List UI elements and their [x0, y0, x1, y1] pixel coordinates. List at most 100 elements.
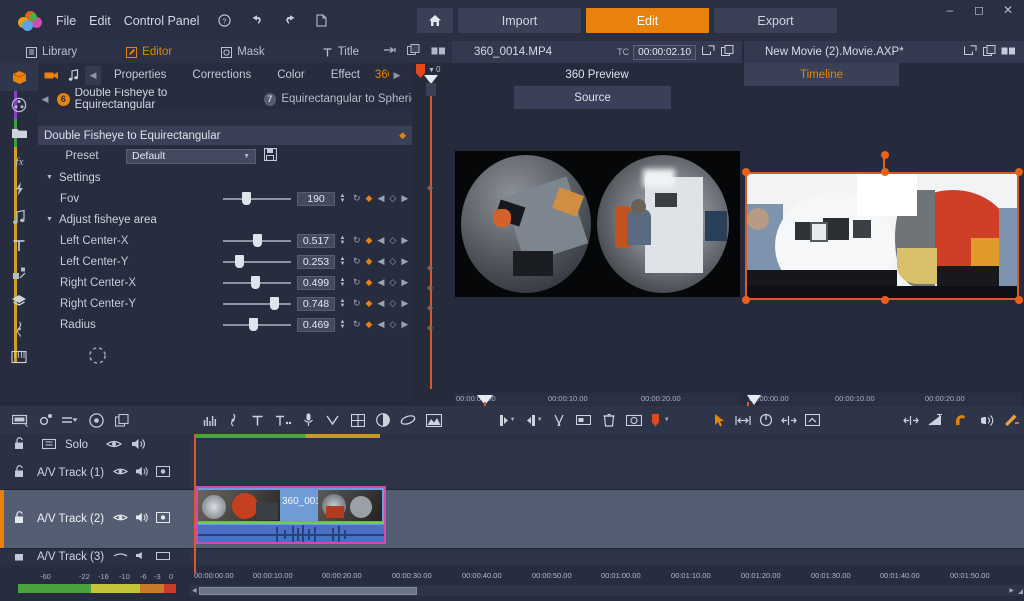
keyframe-icon[interactable]: ◇	[389, 235, 396, 246]
menu-edit[interactable]: Edit	[89, 14, 111, 28]
speaker-icon[interactable]	[128, 466, 149, 480]
close-button[interactable]: ✕	[1000, 3, 1016, 17]
speaker-icon[interactable]	[122, 438, 146, 453]
storyboard-icon[interactable]	[8, 406, 33, 434]
resize-handle-top-right[interactable]	[1015, 168, 1023, 176]
maximize-button[interactable]: ◻	[971, 3, 987, 17]
marker-v-icon[interactable]	[320, 406, 345, 434]
keyframe-dot-icon[interactable]: ◆	[427, 183, 433, 192]
chevron-down-icon[interactable]: ▼	[537, 417, 543, 423]
reset-icon[interactable]: ↻	[353, 193, 361, 204]
mode-edit-button[interactable]: Edit	[586, 8, 709, 33]
prev-keyframe-icon[interactable]: ◀	[377, 319, 384, 330]
keyframe-add-icon[interactable]: ◆	[366, 298, 373, 309]
home-button[interactable]	[417, 8, 453, 33]
track-lane-1[interactable]	[190, 440, 1024, 490]
effect-tabs-prev-button[interactable]: ◀	[85, 66, 101, 85]
color-wheel-icon[interactable]	[371, 406, 396, 434]
rail-item-fx[interactable]: fx	[0, 147, 38, 175]
param-stepper-radius[interactable]: ▲▼	[338, 318, 347, 332]
effect-keyframe-bar[interactable]: ▶	[38, 110, 450, 126]
prev-keyframe-icon[interactable]: ◀	[377, 256, 384, 267]
keyframe-tool-icon[interactable]	[999, 406, 1024, 434]
unlock-icon[interactable]	[4, 511, 26, 527]
timeline-video-frame[interactable]	[745, 151, 1023, 301]
split-view-icon[interactable]	[431, 43, 446, 61]
eraser-icon[interactable]	[396, 406, 421, 434]
timeline-preview-tabs[interactable]: Timeline	[744, 63, 1024, 86]
next-keyframe-icon[interactable]: ▶	[401, 298, 408, 309]
preset-save-icon[interactable]	[264, 148, 277, 164]
param-value-fov[interactable]: 190	[297, 192, 335, 206]
reset-icon[interactable]: ↻	[353, 277, 361, 288]
resize-handle-top-left[interactable]	[742, 168, 750, 176]
scrollbar-thumb[interactable]	[199, 587, 417, 595]
chevron-down-icon[interactable]: ▼	[510, 417, 516, 423]
transition-icon[interactable]	[383, 43, 396, 61]
monitor-icon[interactable]	[149, 512, 170, 526]
rail-item-video-reel[interactable]	[0, 91, 38, 119]
keyframe-icon[interactable]: ◇	[389, 319, 396, 330]
tab-360-preview[interactable]: 360 Preview	[452, 63, 742, 86]
rail-item-overlay[interactable]	[0, 259, 38, 287]
speaker-icon[interactable]	[128, 551, 149, 563]
source-timecode[interactable]: 00:00:02.10	[633, 45, 696, 60]
duplicate-icon[interactable]	[407, 43, 420, 61]
param-slider-left-center-y[interactable]	[223, 251, 291, 272]
keyframe-dot-icon[interactable]: ◆	[427, 303, 433, 312]
keyframe-icon[interactable]: ◇	[389, 256, 396, 267]
pointer-icon[interactable]	[708, 406, 732, 434]
param-stepper-right-center-x[interactable]: ▲▼	[338, 276, 347, 290]
param-value-right-center-x[interactable]: 0.499	[297, 276, 335, 290]
disc-icon[interactable]	[84, 406, 109, 434]
audio-mixer-icon[interactable]	[199, 406, 222, 434]
title-motion-icon[interactable]	[270, 406, 297, 434]
resize-handle-top-center[interactable]	[881, 168, 889, 176]
effect-breadcrumb[interactable]: ◀ 6 Double Fisheye to Equirectangular 7 …	[38, 88, 450, 110]
trim-icon[interactable]	[732, 406, 755, 434]
param-slider-right-center-y[interactable]	[223, 293, 291, 314]
resize-grip-icon[interactable]	[1017, 582, 1024, 600]
eye-icon[interactable]	[88, 439, 122, 452]
cut-icon[interactable]	[755, 406, 778, 434]
effect-tab-color[interactable]: Color	[264, 63, 317, 88]
source-preview-tabs[interactable]: 360 Preview	[452, 63, 742, 86]
ruler-playhead[interactable]	[194, 565, 196, 573]
scroll-right-arrow-icon[interactable]: ▶	[1006, 587, 1017, 594]
rail-item-folder[interactable]	[0, 119, 38, 147]
undo-icon[interactable]	[250, 15, 264, 27]
unlock-icon[interactable]	[0, 550, 26, 564]
eye-icon[interactable]	[104, 513, 128, 525]
effect-tab-row[interactable]: ◀ Properties Corrections Color Effect 36…	[38, 63, 450, 88]
unlock-icon[interactable]	[0, 437, 26, 453]
effect-playhead[interactable]	[430, 79, 432, 389]
keyframe-icon[interactable]: ◇	[389, 277, 396, 288]
reset-icon[interactable]: ↻	[353, 256, 361, 267]
unlock-icon[interactable]	[0, 465, 26, 481]
param-stepper-fov[interactable]: ▲▼	[338, 192, 347, 206]
param-slider-fov[interactable]	[223, 188, 291, 209]
slip-icon[interactable]	[777, 406, 800, 434]
timeline-toolbar[interactable]: ▼ ▼ ▼	[0, 406, 1024, 434]
param-stepper-left-center-x[interactable]: ▲▼	[338, 234, 347, 248]
transition-icon[interactable]	[923, 406, 948, 434]
next-keyframe-icon[interactable]: ▶	[401, 319, 408, 330]
snapshot-icon[interactable]	[622, 406, 647, 434]
param-value-left-center-x[interactable]: 0.517	[297, 234, 335, 248]
effect-tabs-next-button[interactable]: ▶	[389, 64, 405, 88]
duplicate-icon[interactable]	[721, 45, 742, 60]
next-keyframe-icon[interactable]: ▶	[401, 193, 408, 204]
tab-timeline[interactable]: Timeline	[744, 63, 899, 86]
resize-handle-bottom-right[interactable]	[1015, 296, 1023, 304]
keyframe-add-icon[interactable]: ◆	[366, 319, 373, 330]
tab-library[interactable]: Library	[18, 41, 85, 63]
param-icons-fov[interactable]: ↻ ◆ ◀ ◇ ▶	[353, 193, 408, 204]
resize-handle-bottom-left[interactable]	[742, 296, 750, 304]
keyframe-icon[interactable]: ◇	[389, 193, 396, 204]
speaker-icon[interactable]	[128, 512, 149, 526]
tab-editor[interactable]: Editor	[118, 41, 180, 63]
scroll-left-arrow-icon[interactable]: ◀	[190, 587, 199, 594]
prev-keyframe-icon[interactable]: ◀	[377, 193, 384, 204]
rail-item-keyboard[interactable]	[0, 343, 38, 371]
monitor-icon[interactable]	[149, 466, 170, 480]
